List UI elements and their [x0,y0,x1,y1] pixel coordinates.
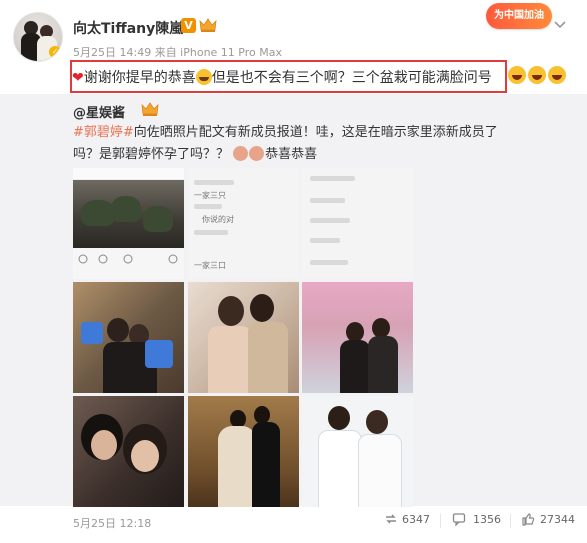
image-thumbnail-3[interactable] [302,168,413,279]
repost-timestamp[interactable]: 5月25日 12:18 [73,515,151,531]
image-thumbnail-5[interactable] [188,282,299,393]
image-thumbnail-2[interactable]: 一家三只 你说的对 一家三口 [188,168,299,279]
like-icon[interactable] [521,512,535,526]
laughing-emoji-icon [528,66,546,84]
comment-icon[interactable] [452,512,466,526]
chat-line-2: 你说的对 [202,215,234,224]
campaign-badge[interactable]: 为中国加油 [480,0,552,29]
repost-icon[interactable] [384,512,398,526]
post-text: ❤谢谢你提早的恭喜 但是也不会有三个啊？三个盆栽可能满脸问号 [72,67,492,87]
repost-text: #郭碧婷#向佐晒照片配文有新成员报道！哇，这是在暗示家里添新成员了吗？是郭碧婷怀… [73,122,513,166]
chat-line-3: 一家三口 [194,261,226,270]
user-avatar[interactable]: ✓ [13,12,63,62]
comment-count[interactable]: 1356 [473,513,501,526]
congrats-text: 恭喜恭喜 [265,147,318,162]
image-thumbnail-1[interactable] [73,168,184,279]
vip-badge[interactable]: V [181,18,196,33]
image-thumbnail-4[interactable] [73,282,184,393]
laughing-emoji-icon [508,66,526,84]
repost-count[interactable]: 6347 [402,513,430,526]
laughing-emoji-icon [548,66,566,84]
chevron-down-icon[interactable] [553,18,569,30]
image-thumbnail-9[interactable] [302,396,413,507]
verified-icon: ✓ [49,46,61,58]
crown-icon[interactable] [141,101,159,117]
tears-of-joy-icon [195,69,212,85]
post-text-part1: 谢谢你提早的恭喜 [83,70,196,86]
clap-icon [233,146,249,161]
like-count[interactable]: 27344 [540,513,575,526]
post-text-part2: 但是也不会有三个啊？三个盆栽可能满脸问号 [211,70,492,86]
emoji-row [508,66,568,84]
image-thumbnail-6[interactable] [302,282,413,393]
image-thumbnail-8[interactable] [188,396,299,507]
weibo-post-card: ✓ 向太Tiffany陳嵐 V 5月25日 14:49 来自 iPhone 11… [0,0,587,543]
chat-line-1: 一家三只 [194,191,226,200]
heart-icon: ❤ [72,70,84,86]
hashtag-link[interactable]: #郭碧婷# [73,125,134,140]
clap-icon [249,146,265,161]
image-thumbnail-7[interactable] [73,396,184,507]
crown-icon[interactable] [199,17,217,33]
post-meta: 5月25日 14:49 来自 iPhone 11 Pro Max [73,46,282,59]
username[interactable]: 向太Tiffany陳嵐 [73,18,183,38]
repost-author[interactable]: @星娱酱 [73,102,125,121]
